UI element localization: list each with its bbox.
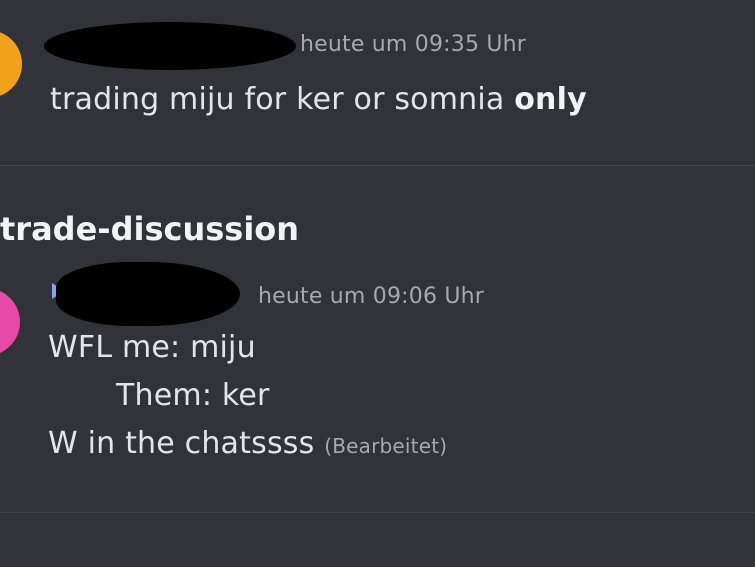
- message-text-bold: only: [514, 82, 587, 117]
- avatar[interactable]: [0, 30, 22, 98]
- message-timestamp: heute um 09:06 Uhr: [258, 284, 485, 309]
- divider: [0, 512, 755, 513]
- message-content: trading miju for ker or somnia only: [50, 82, 587, 117]
- redacted-username: [44, 22, 296, 70]
- message-text: trading miju for ker or somnia: [50, 82, 515, 117]
- message-line: W in the chatssss (Bearbeitet): [48, 426, 447, 461]
- divider: [0, 165, 755, 166]
- message-text: W in the chatssss: [48, 426, 315, 461]
- channel-name[interactable]: trade-discussion: [0, 210, 299, 248]
- edited-label: (Bearbeitet): [324, 434, 448, 458]
- message-1[interactable]: heute um 09:35 Uhr trading miju for ker …: [0, 0, 755, 150]
- message-line: WFL me: miju: [48, 330, 256, 365]
- message-line: Them: ker: [116, 378, 270, 413]
- chat-view: heute um 09:35 Uhr trading miju for ker …: [0, 0, 755, 567]
- redacted-username: [56, 262, 240, 326]
- message-timestamp: heute um 09:35 Uhr: [300, 32, 527, 57]
